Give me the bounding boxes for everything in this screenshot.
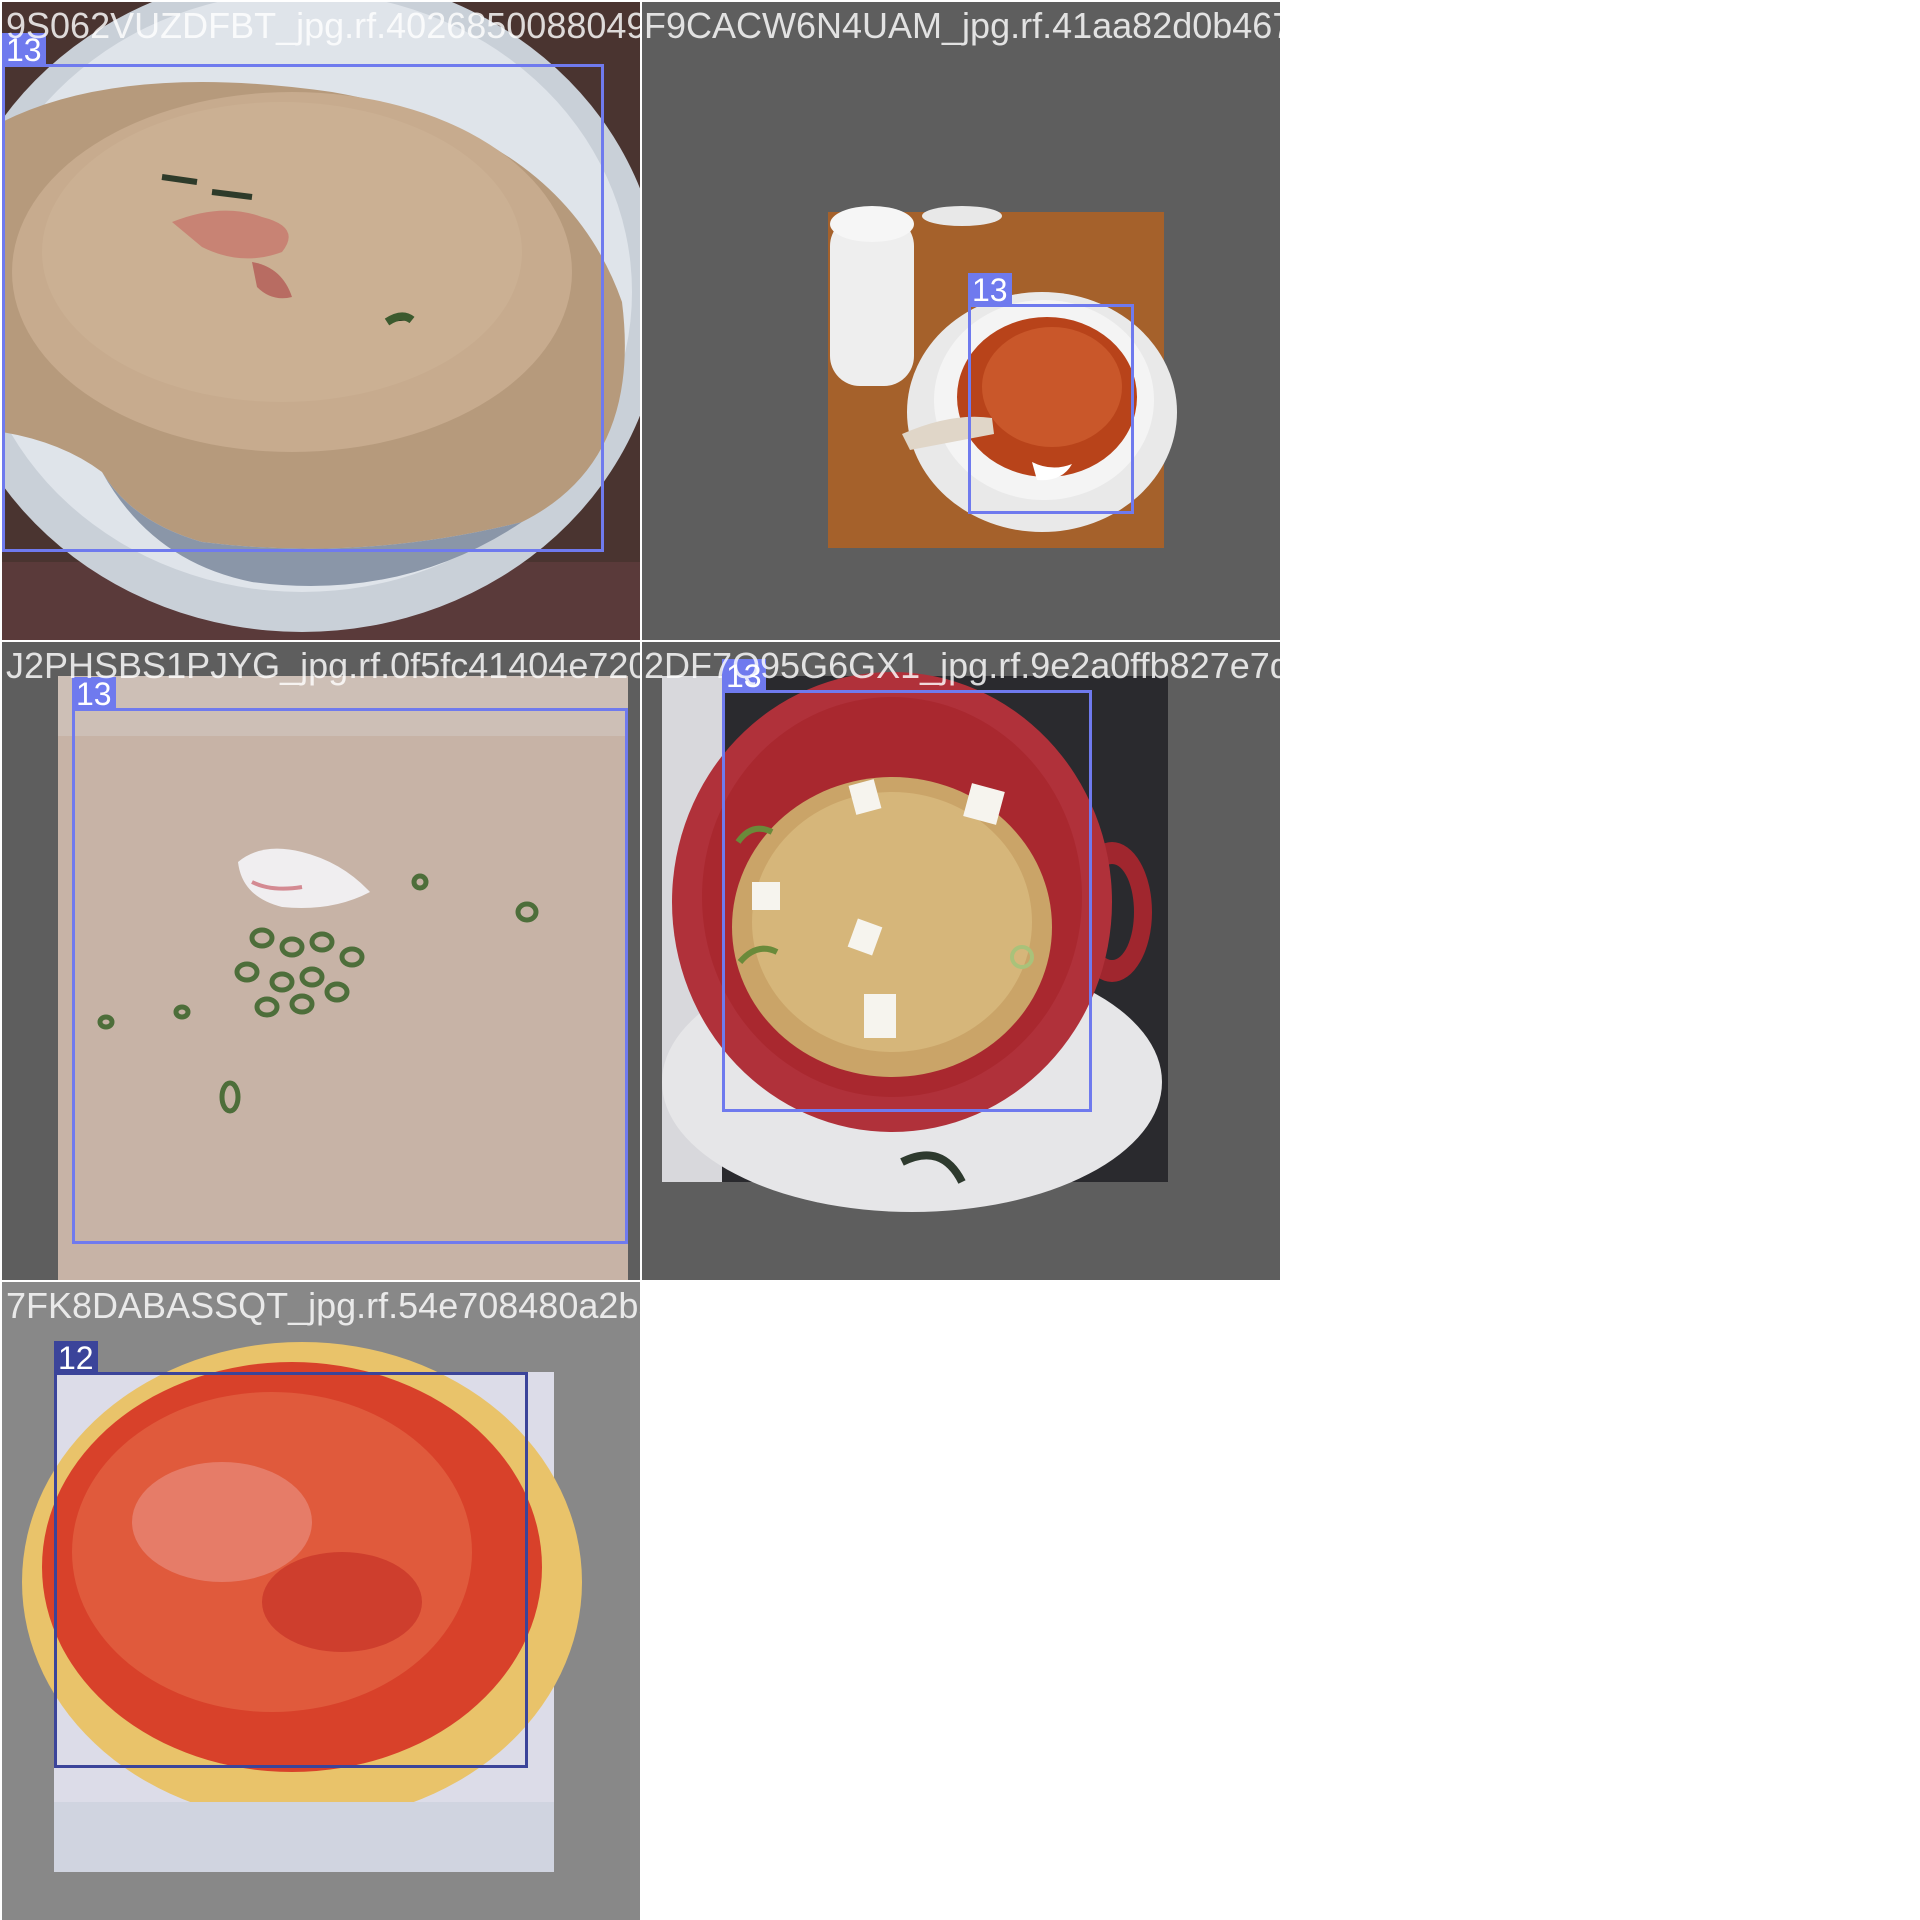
- tile-2: 13 F9CACW6N4UAM_jpg.rf.41aa82d0b467a0452…: [642, 2, 1451, 640]
- detection-box: 13: [2, 33, 604, 552]
- class-label: 13: [968, 273, 1012, 307]
- tile-1: 13 9S062VUZDFBT_jpg.rf.40268500880496640…: [2, 2, 640, 640]
- tile-5: 12 7FK8DABASSQT_jpg.rf.54e708480a2ba7934…: [2, 1282, 640, 1920]
- tile-2-photo: [642, 2, 1280, 640]
- tile-filename: 2DF7Q95G6GX1_jpg.rf.9e2a0ffb827e7dd3cfda: [644, 645, 1398, 686]
- class-label: 12: [54, 1341, 98, 1375]
- detection-box: 13: [72, 677, 628, 1244]
- tile-filename: 7FK8DABASSQT_jpg.rf.54e708480a2ba7934257: [6, 1285, 640, 1326]
- tile-filename: J2PHSBS1PJYG_jpg.rf.0f5fc41404e72094c395: [6, 645, 640, 686]
- detection-box: 13: [968, 273, 1134, 514]
- tile-filename: F9CACW6N4UAM_jpg.rf.41aa82d0b467a0452c23: [644, 5, 1451, 46]
- tile-filename: 9S062VUZDFBT_jpg.rf.40268500880496640766: [6, 5, 640, 46]
- tile-4: 13 2DF7Q95G6GX1_jpg.rf.9e2a0ffb827e7dd3c…: [642, 642, 1398, 1280]
- detection-box: 13: [722, 659, 1092, 1112]
- tile-3: 13 J2PHSBS1PJYG_jpg.rf.0f5fc41404e72094c…: [2, 642, 640, 1280]
- detection-box: 12: [54, 1341, 528, 1768]
